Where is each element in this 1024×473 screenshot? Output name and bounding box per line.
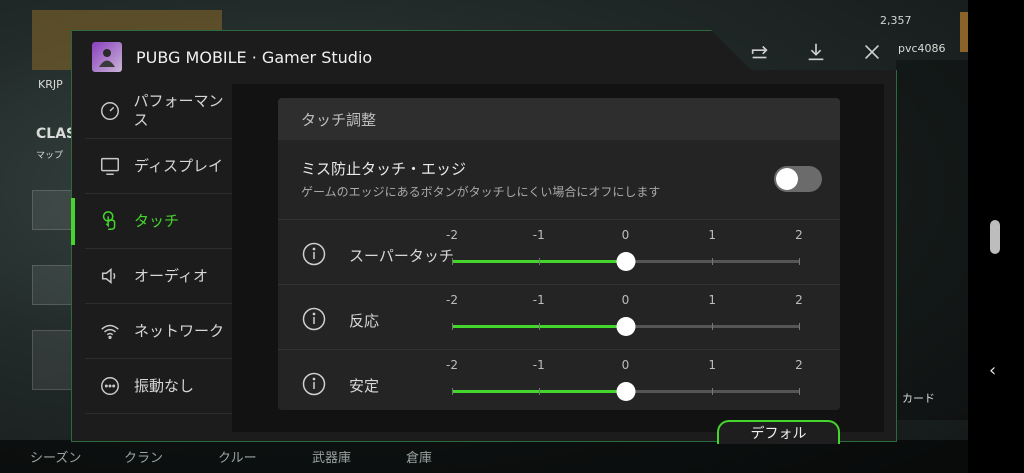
slider-track[interactable]: [452, 252, 800, 271]
card-header: タッチ調整: [278, 98, 840, 140]
touch-settings-card: タッチ調整 ミス防止タッチ・エッジ ゲームのエッジにあるボタンがタッチしにくい場…: [278, 98, 840, 410]
slider-tick-label: 2: [795, 293, 803, 307]
bottom-tab-bar: シーズン クラン クルー 武器庫 倉庫: [0, 440, 968, 473]
sidebar-item-display[interactable]: ディスプレイ: [85, 139, 232, 194]
wifi-icon: [95, 316, 125, 346]
info-icon[interactable]: [302, 372, 326, 396]
sidebar-item-label: ディスプレイ: [134, 156, 223, 175]
slider-row: 反応 -2 -1 0 1 2: [278, 285, 840, 350]
slider-tick-mark: [452, 323, 453, 330]
slider-thumb[interactable]: [616, 382, 635, 401]
slider-tick-mark: [538, 388, 540, 395]
slider-thumb[interactable]: [616, 317, 635, 336]
sidebar-item-performance[interactable]: パフォーマンス: [85, 84, 232, 139]
system-navigation-bar: ‹: [968, 0, 1024, 473]
slider-tick-labels: -2 -1 0 1 2: [444, 293, 804, 309]
slider-track[interactable]: [452, 317, 800, 336]
slider-tick-label: 2: [795, 228, 803, 242]
slider-tick-label: -2: [446, 358, 458, 372]
edge-protection-toggle[interactable]: [774, 166, 822, 192]
back-chevron-icon[interactable]: ‹: [989, 360, 996, 381]
right-strip: [896, 60, 968, 420]
slider-tick-mark: [799, 388, 800, 395]
hud-score: 2,357: [880, 14, 912, 27]
slider-row: スーパータッチ -2 -1 0 1 2: [278, 220, 840, 285]
left-text-map: マップ: [36, 151, 64, 161]
slider-row: 安定 -2 -1 0 1 2: [278, 350, 840, 410]
slider-tick-label: 0: [621, 228, 630, 242]
app-title: PUBG MOBILE · Gamer Studio: [136, 47, 373, 67]
sidebar-item-label: タッチ: [134, 211, 180, 230]
title-bar: PUBG MOBILE · Gamer Studio: [92, 40, 372, 74]
sidebar-item-network[interactable]: ネットワーク: [85, 304, 232, 359]
slider-track[interactable]: [452, 382, 800, 401]
slider-tick-label: -1: [532, 293, 545, 307]
bottom-tab[interactable]: 倉庫: [406, 447, 470, 466]
pubg-app-icon: [92, 42, 122, 72]
edge-protection-description: ゲームのエッジにあるボタンがタッチしにくい場合にオフにします: [301, 185, 661, 199]
default-button[interactable]: デフォル: [717, 420, 840, 444]
slider-tick-mark: [712, 258, 714, 265]
slider-tick-mark: [799, 258, 800, 265]
slider-tick-label: 2: [795, 358, 803, 372]
slider-tick-label: 0: [621, 293, 630, 307]
slider-tick-label: 1: [708, 293, 717, 307]
toggle-knob: [776, 168, 798, 190]
slider-tick-label: -2: [446, 293, 458, 307]
left-text-krjp: KRJP: [38, 78, 63, 91]
sidebar-handle[interactable]: [990, 220, 1000, 254]
panel-actions: [740, 38, 908, 66]
share-icon[interactable]: [740, 38, 780, 66]
slider-tick-mark: [799, 323, 800, 330]
info-icon[interactable]: [302, 242, 326, 266]
touch-icon: [95, 206, 125, 236]
sidebar-item-vibration[interactable]: 振動なし: [85, 359, 232, 414]
slider-tick-labels: -2 -1 0 1 2: [444, 228, 804, 244]
edge-protection-row: ミス防止タッチ・エッジ ゲームのエッジにあるボタンがタッチしにくい場合にオフにし…: [278, 140, 840, 220]
settings-sidebar: パフォーマンス ディスプレイ タッチ オーディオ ネットワーク 振動なし: [71, 84, 232, 414]
speedometer-icon: [95, 96, 125, 126]
sidebar-item-touch[interactable]: タッチ: [71, 194, 232, 249]
slider-label: 安定: [349, 377, 380, 395]
sidebar-item-label: パフォーマンス: [133, 92, 224, 129]
slider-label: スーパータッチ: [349, 247, 454, 265]
slider-tick-mark: [538, 323, 540, 330]
sidebar-item-audio[interactable]: オーディオ: [85, 249, 232, 304]
bottom-tab[interactable]: シーズン: [30, 447, 94, 466]
slider-thumb[interactable]: [616, 252, 635, 271]
slider-tick-mark: [452, 388, 453, 395]
slider-tick-label: 0: [621, 358, 630, 372]
slider-tick-label: 1: [708, 228, 717, 242]
speaker-icon: [95, 261, 125, 291]
slider-tick-label: -2: [446, 228, 458, 242]
sidebar-item-label: 振動なし: [134, 376, 195, 395]
download-icon[interactable]: [796, 38, 836, 66]
slider-tick-mark: [712, 388, 714, 395]
edge-protection-title: ミス防止タッチ・エッジ: [301, 160, 467, 178]
more-icon: [95, 371, 125, 401]
sidebar-item-label: オーディオ: [134, 266, 208, 285]
slider-tick-mark: [712, 323, 714, 330]
info-icon[interactable]: [302, 307, 326, 331]
close-icon[interactable]: [852, 38, 892, 66]
slider-tick-label: -1: [532, 228, 545, 242]
slider-tick-labels: -2 -1 0 1 2: [444, 358, 804, 374]
monitor-icon: [95, 151, 125, 181]
card-label: カード: [902, 392, 935, 405]
sidebar-item-label: ネットワーク: [134, 321, 225, 340]
slider-tick-label: 1: [708, 358, 717, 372]
bottom-tab[interactable]: クラン: [124, 447, 188, 466]
bottom-tab[interactable]: クルー: [218, 447, 282, 466]
slider-tick-mark: [538, 258, 540, 265]
corner-badge: [960, 12, 968, 52]
slider-tick-mark: [452, 258, 453, 265]
bottom-tab[interactable]: 武器庫: [312, 447, 376, 466]
slider-tick-label: -1: [532, 358, 545, 372]
slider-label: 反応: [349, 312, 380, 330]
